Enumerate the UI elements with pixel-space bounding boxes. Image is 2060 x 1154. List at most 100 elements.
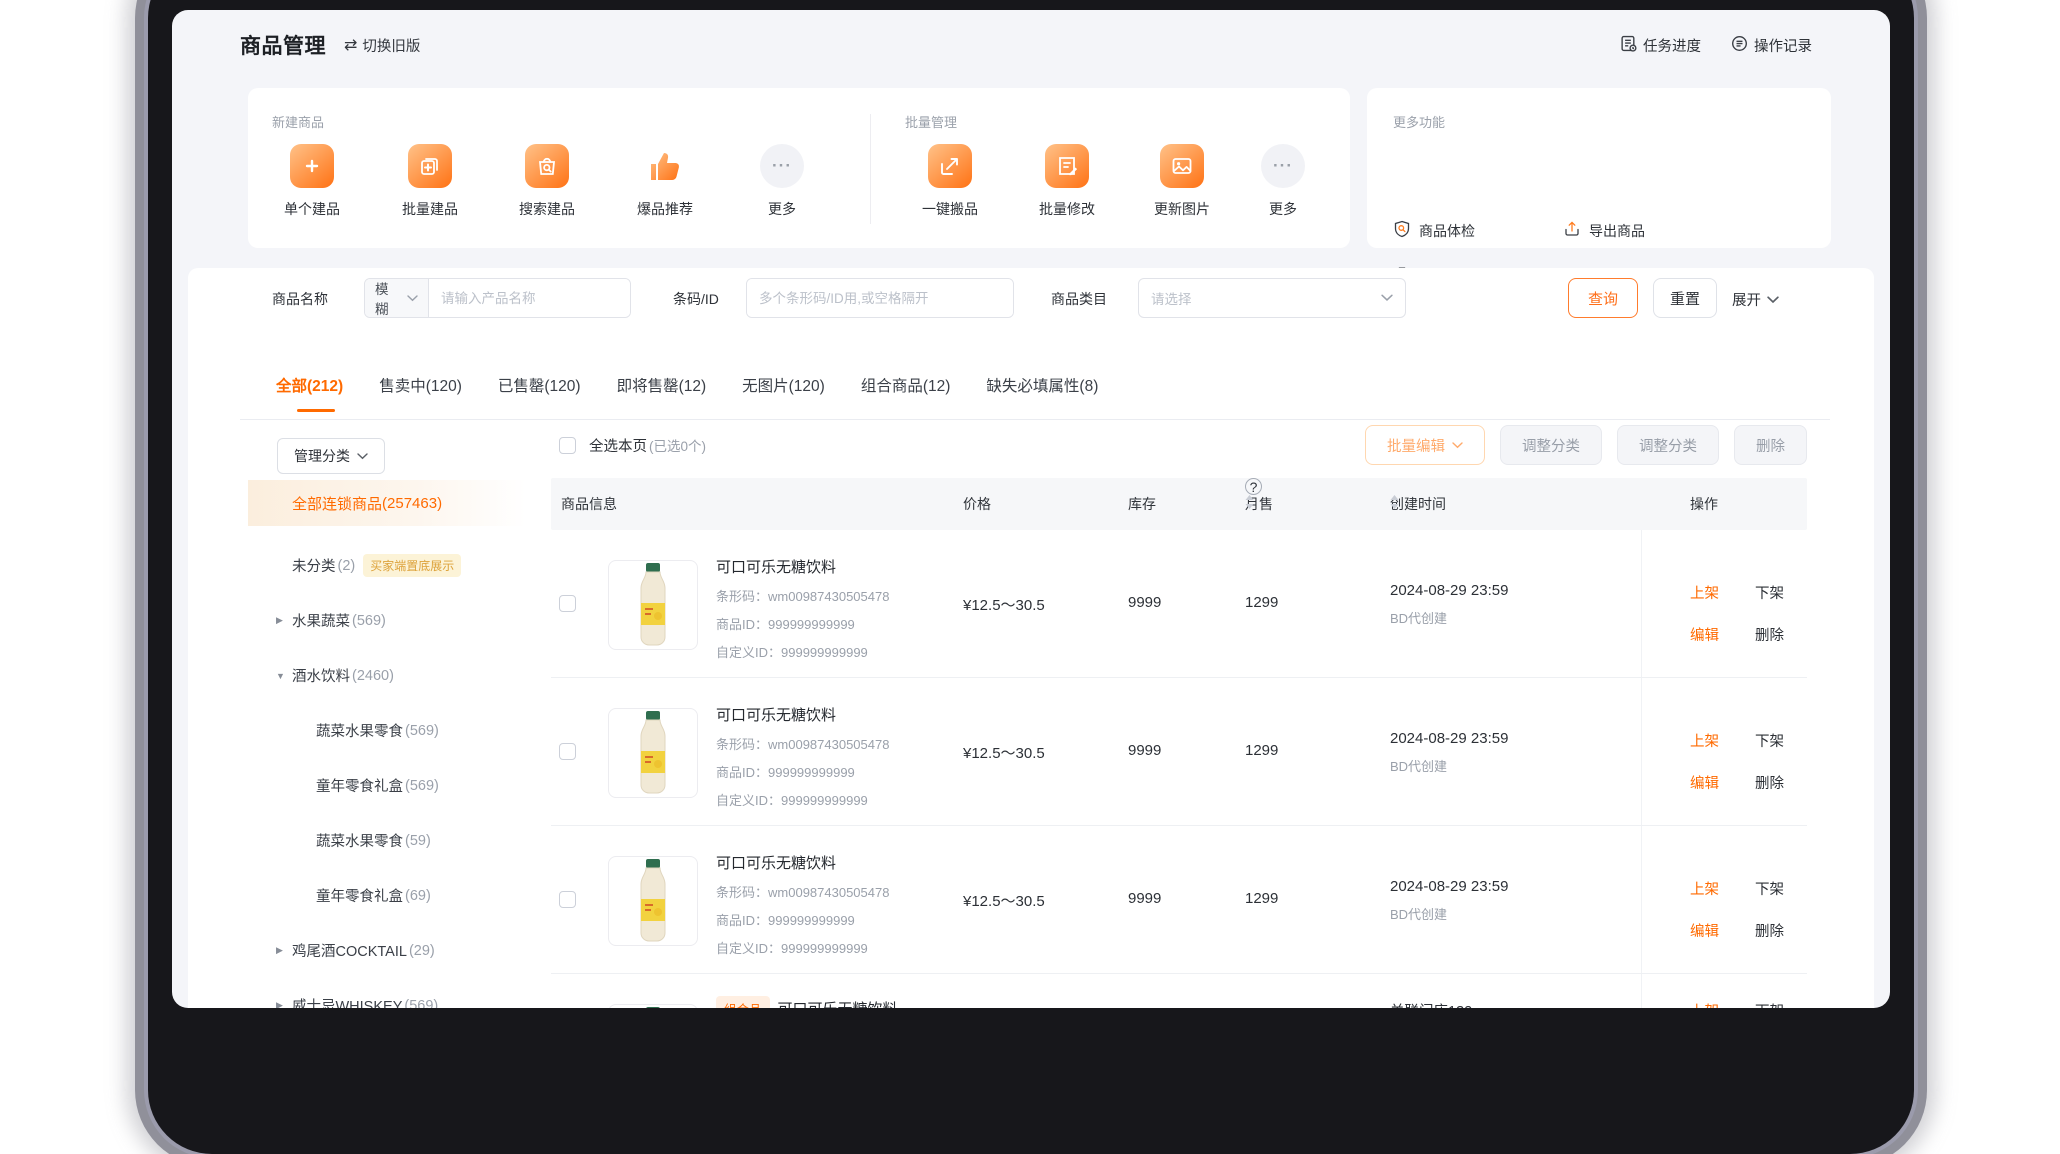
- tab-no-image[interactable]: 无图片(120): [742, 374, 825, 396]
- category-name: 鸡尾酒COCKTAIL: [292, 940, 407, 961]
- list-product-link[interactable]: 上架: [1690, 730, 1719, 751]
- category-count: (569): [405, 723, 439, 739]
- tile-create-search[interactable]: 搜索建品: [502, 144, 592, 219]
- row-checkbox[interactable]: [559, 891, 576, 908]
- product-name[interactable]: 可口可乐无糖饮料: [716, 852, 889, 873]
- col-price: 价格: [963, 478, 991, 530]
- sort-icon[interactable]: [1245, 478, 1254, 530]
- barcode-field-label: 条形码：: [716, 885, 768, 900]
- sidebar-item-whiskey[interactable]: ▶ 威士忌WHISKEY (569): [248, 978, 530, 1008]
- adjust-category-button-1[interactable]: 调整分类: [1500, 425, 1602, 465]
- adjust-category-button-2[interactable]: 调整分类: [1617, 425, 1719, 465]
- sidebar-item-cocktail[interactable]: ▶ 鸡尾酒COCKTAIL (29): [248, 923, 530, 978]
- delist-product-link[interactable]: 下架: [1755, 878, 1784, 899]
- caret-right-icon[interactable]: ▶: [276, 945, 292, 956]
- caret-down-icon[interactable]: ▼: [276, 671, 292, 681]
- tab-all[interactable]: 全部(212): [276, 374, 343, 396]
- tab-combo[interactable]: 组合商品(12): [861, 374, 951, 396]
- manage-category-button[interactable]: 管理分类: [277, 438, 385, 474]
- select-all-label: 全选本页: [589, 435, 647, 456]
- delist-product-link[interactable]: 下架: [1755, 730, 1784, 751]
- tile-batch-more[interactable]: ··· 更多: [1238, 144, 1328, 219]
- export-products-label: 导出商品: [1589, 221, 1645, 241]
- product-info: 可口可乐无糖饮料 条形码：wm00987430505478 商品ID：99999…: [716, 556, 889, 661]
- tile-create-more[interactable]: ··· 更多: [737, 144, 827, 219]
- tile-create-batch[interactable]: 批量建品: [385, 144, 475, 219]
- delist-product-link[interactable]: 下架: [1755, 582, 1784, 603]
- edit-product-link[interactable]: 编辑: [1690, 624, 1719, 645]
- category-name: 童年零食礼盒: [316, 885, 403, 906]
- row-checkbox[interactable]: [559, 595, 576, 612]
- doc-pencil-icon: [1045, 144, 1089, 188]
- tile-batch-edit[interactable]: 批量修改: [1022, 144, 1112, 219]
- product-id-label: 商品ID：: [716, 913, 768, 928]
- selected-count-hint: (已选0个): [649, 435, 706, 455]
- tile-label: 批量建品: [385, 199, 475, 219]
- product-image: [608, 856, 698, 946]
- edit-product-link[interactable]: 编辑: [1690, 920, 1719, 941]
- tab-sold-out[interactable]: 已售罄(120): [498, 374, 581, 396]
- switch-old-version-link[interactable]: ⇄ 切换旧版: [344, 35, 420, 56]
- expand-filters-link[interactable]: 展开: [1732, 289, 1779, 310]
- caret-right-icon[interactable]: ▶: [276, 615, 292, 626]
- product-name[interactable]: 可口可乐无糖饮料: [716, 704, 889, 725]
- thumbs-up-icon: [643, 144, 687, 188]
- combo-badge: 组合品: [716, 996, 770, 1008]
- tile-label: 爆品推荐: [620, 199, 710, 219]
- product-image: [608, 1004, 698, 1008]
- product-check-label: 商品体检: [1419, 221, 1475, 241]
- col-created-wrap: 创建时间: [1390, 478, 1446, 530]
- reset-button[interactable]: 重置: [1653, 278, 1717, 318]
- tab-missing-attrs[interactable]: 缺失必填属性(8): [986, 374, 1098, 396]
- category-name: 威士忌WHISKEY: [292, 995, 402, 1008]
- active-tab-underline: [297, 409, 335, 412]
- tab-on-sale[interactable]: 售卖中(120): [379, 374, 462, 396]
- product-id-value: 999999999999: [768, 913, 855, 928]
- barcode-input[interactable]: [747, 279, 1013, 317]
- tile-update-images[interactable]: 更新图片: [1137, 144, 1227, 219]
- product-id-label: 商品ID：: [716, 765, 768, 780]
- row-checkbox[interactable]: [559, 743, 576, 760]
- delete-product-link[interactable]: 删除: [1755, 624, 1784, 645]
- search-button[interactable]: 查询: [1568, 278, 1638, 318]
- tile-move-products[interactable]: 一键搬品: [905, 144, 995, 219]
- delete-button[interactable]: 删除: [1734, 425, 1807, 465]
- list-product-link[interactable]: 上架: [1690, 878, 1719, 899]
- category-count: (569): [352, 613, 386, 629]
- top-bar: 商品管理 ⇄ 切换旧版 任务进度 操作记录: [240, 28, 1812, 62]
- sidebar-item-veg-fruit-snacks-1[interactable]: 蔬菜水果零食 (569): [248, 703, 530, 758]
- tab-almost-sold-out[interactable]: 即将售罄(12): [617, 374, 707, 396]
- task-progress-link[interactable]: 任务进度: [1620, 35, 1701, 56]
- product-check-link[interactable]: 商品体检: [1393, 220, 1475, 241]
- sidebar-item-fruits-vegetables[interactable]: ▶ 水果蔬菜 (569): [248, 593, 530, 648]
- custom-id-label: 自定义ID：: [716, 645, 781, 660]
- delete-product-link[interactable]: 删除: [1755, 920, 1784, 941]
- edit-product-link[interactable]: 编辑: [1690, 772, 1719, 793]
- sidebar-item-drinks[interactable]: ▼ 酒水饮料 (2460): [248, 648, 530, 703]
- sidebar-item-all-chain-products[interactable]: 全部连锁商品(257463): [248, 480, 526, 526]
- list-product-link[interactable]: 上架: [1690, 1000, 1719, 1008]
- operation-log-link[interactable]: 操作记录: [1731, 35, 1812, 56]
- list-product-link[interactable]: 上架: [1690, 582, 1719, 603]
- sidebar-item-childhood-snack-box-1[interactable]: 童年零食礼盒 (569): [248, 758, 530, 813]
- delete-product-link[interactable]: 删除: [1755, 772, 1784, 793]
- action-column-divider: [1641, 826, 1642, 973]
- delist-product-link[interactable]: 下架: [1755, 1000, 1784, 1008]
- product-name-input[interactable]: [429, 279, 630, 317]
- action-column-divider: [1641, 974, 1642, 1008]
- file-plus-icon: [290, 144, 334, 188]
- product-name[interactable]: 可口可乐无糖饮料: [778, 998, 898, 1008]
- match-mode-select[interactable]: 模糊: [365, 279, 429, 317]
- sidebar-item-veg-fruit-snacks-2[interactable]: 蔬菜水果零食 (59): [248, 813, 530, 868]
- tile-create-single[interactable]: 单个建品: [267, 144, 357, 219]
- product-name[interactable]: 可口可乐无糖饮料: [716, 556, 889, 577]
- sidebar-item-childhood-snack-box-2[interactable]: 童年零食礼盒 (69): [248, 868, 530, 923]
- tile-hot-recommend[interactable]: 爆品推荐: [620, 144, 710, 219]
- sidebar-item-uncategorized[interactable]: 未分类 (2) 买家端置底展示: [248, 538, 530, 593]
- caret-right-icon[interactable]: ▶: [276, 1000, 292, 1008]
- select-all-checkbox[interactable]: [559, 437, 576, 454]
- batch-edit-button[interactable]: 批量编辑: [1365, 425, 1485, 465]
- sort-icon[interactable]: [1390, 478, 1399, 530]
- category-select[interactable]: 请选择: [1138, 278, 1406, 318]
- export-products-link[interactable]: 导出商品: [1563, 220, 1645, 241]
